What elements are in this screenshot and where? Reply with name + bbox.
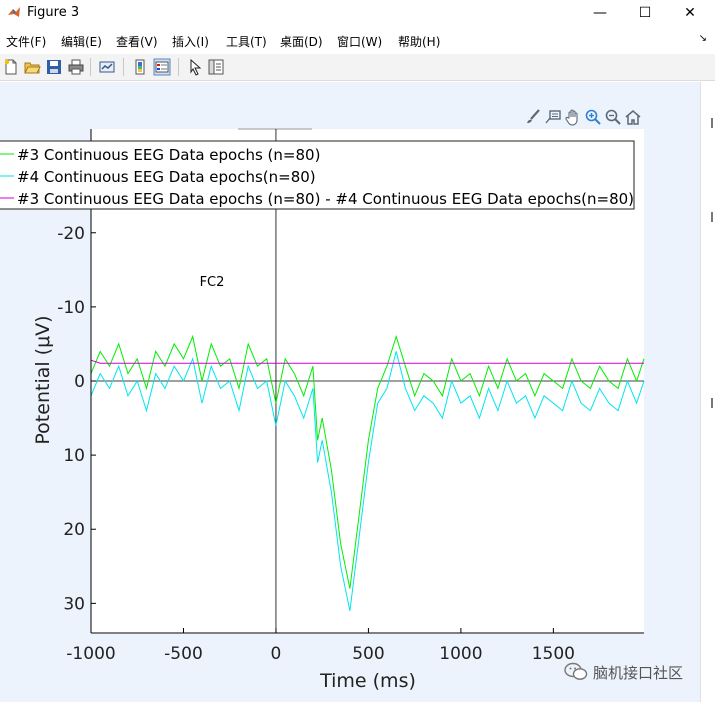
x-tick-label: 500 — [352, 644, 384, 664]
y-tick-label: -20 — [57, 224, 85, 244]
wechat-logo — [564, 662, 588, 680]
legend-label-1: #3 Continuous EEG Data epochs (n=80) — [17, 146, 320, 164]
y-axis-label: Potential (μV) — [32, 315, 54, 444]
channel-label: FC2 — [200, 275, 225, 290]
legend-label-3: #3 Continuous EEG Data epochs (n=80) - #… — [17, 190, 634, 208]
y-tick-label: 0 — [74, 372, 85, 392]
y-tick-label: 10 — [63, 446, 85, 466]
watermark-text: 脑机接口社区 — [593, 664, 684, 682]
x-tick-label: 1000 — [439, 644, 482, 664]
y-tick-label: 30 — [63, 594, 85, 614]
x-axis-label: Time (ms) — [319, 670, 416, 692]
legend[interactable]: #3 Continuous EEG Data epochs (n=80) #4 C… — [0, 140, 635, 210]
eeg-erp-chart[interactable]: -1000 -500 0 500 1000 1500-20-100102030 FC2 T… — [0, 0, 715, 702]
y-tick-label: 20 — [63, 520, 85, 540]
x-tick-label: -500 — [164, 644, 203, 664]
y-tick-label: -10 — [57, 298, 85, 318]
x-tick-label: 0 — [271, 644, 282, 664]
watermark: 脑机接口社区 — [563, 660, 703, 684]
legend-label-2: #4 Continuous EEG Data epochs(n=80) — [17, 168, 316, 186]
x-tick-label: -1000 — [66, 644, 115, 664]
